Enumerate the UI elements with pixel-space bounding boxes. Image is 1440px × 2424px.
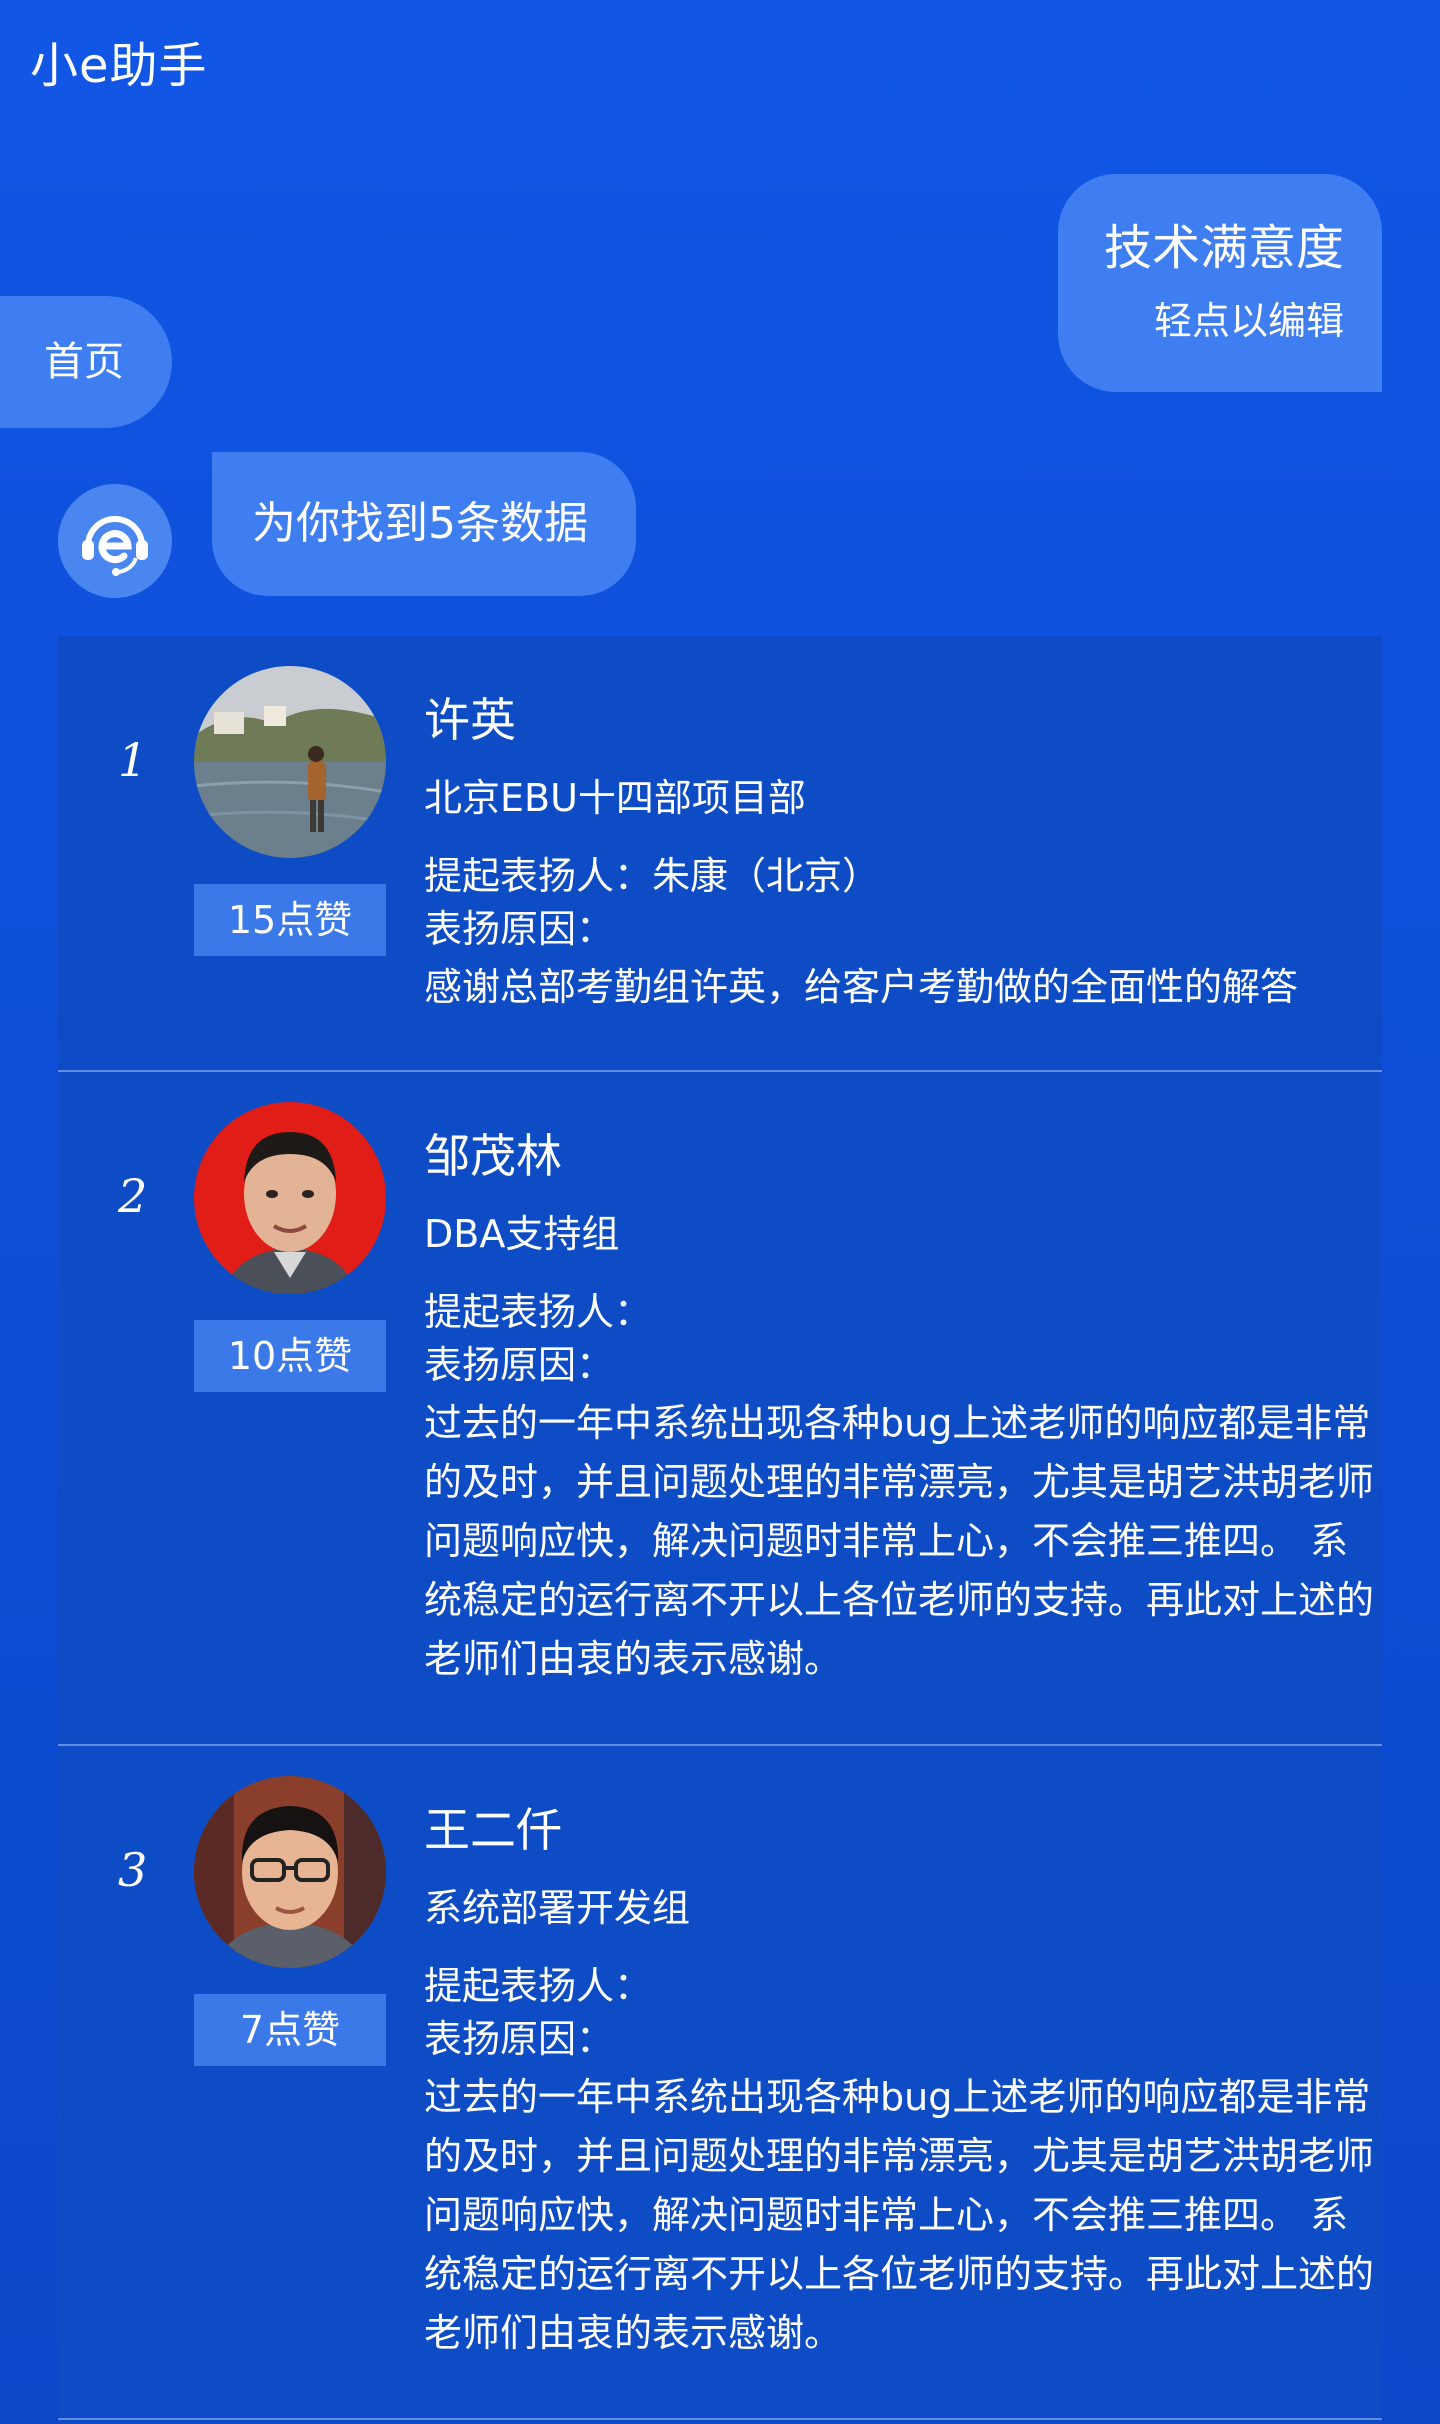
user-query-text: 技术满意度 bbox=[1103, 220, 1344, 276]
reason-label: 表扬原因： bbox=[424, 2017, 615, 2061]
home-button[interactable]: 首页 bbox=[0, 296, 172, 428]
user-query-bubble[interactable]: 技术满意度 轻点以编辑 bbox=[1058, 174, 1382, 392]
likes-badge: 10点赞 bbox=[194, 1320, 386, 1392]
results-list: 1 15点赞 许英 北京EBU十四部项目部 提起表扬人：朱康（北京） 表扬原因： bbox=[58, 636, 1382, 2424]
rank-number: 3 bbox=[118, 1843, 148, 1897]
result-item-3[interactable]: 3 7点赞 王二仟 系统部署开发组 提起表扬人： 表扬原因： 过去的一年中系统出… bbox=[58, 1746, 1382, 2420]
praiser-line: 提起表扬人：朱康（北京） bbox=[424, 854, 881, 898]
department: DBA支持组 bbox=[424, 1212, 620, 1256]
department: 系统部署开发组 bbox=[424, 1886, 691, 1930]
bot-message-bubble: 为你找到5条数据 bbox=[212, 452, 636, 596]
employee-name: 王二仟 bbox=[424, 1803, 562, 1857]
app-title: 小e助手 bbox=[30, 38, 208, 94]
department: 北京EBU十四部项目部 bbox=[424, 776, 806, 820]
result-item-2[interactable]: 2 10点赞 邹茂林 DBA支持组 提起表扬人： 表扬原因： 过去的一年中系统出… bbox=[58, 1072, 1382, 1746]
praiser-line: 提起表扬人： bbox=[424, 1290, 653, 1334]
reason-label: 表扬原因： bbox=[424, 907, 615, 951]
reason-text: 过去的一年中系统出现各种bug上述老师的响应都是非常的及时，并且问题处理的非常漂… bbox=[424, 1401, 1375, 1681]
employee-name: 邹茂林 bbox=[424, 1129, 562, 1183]
rank-number: 2 bbox=[118, 1169, 148, 1223]
reason-label: 表扬原因： bbox=[424, 1343, 615, 1387]
avatar bbox=[194, 1776, 386, 1968]
result-item-1[interactable]: 1 15点赞 许英 北京EBU十四部项目部 提起表扬人：朱康（北京） 表扬原因： bbox=[58, 636, 1382, 1072]
reason-text: 感谢总部考勤组许英，给客户考勤做的全面性的解答 bbox=[424, 965, 1299, 1009]
avatar bbox=[194, 666, 386, 858]
avatar bbox=[194, 1102, 386, 1294]
rank-number: 1 bbox=[118, 733, 148, 787]
praiser-line: 提起表扬人： bbox=[424, 1964, 653, 2008]
likes-badge: 7点赞 bbox=[194, 1994, 386, 2066]
reason-text: 过去的一年中系统出现各种bug上述老师的响应都是非常的及时，并且问题处理的非常漂… bbox=[424, 2075, 1375, 2355]
edit-hint: 轻点以编辑 bbox=[1153, 299, 1344, 343]
bot-avatar bbox=[58, 484, 172, 598]
employee-name: 许英 bbox=[424, 693, 516, 747]
headset-e-icon bbox=[82, 516, 148, 576]
likes-badge: 15点赞 bbox=[194, 884, 386, 956]
